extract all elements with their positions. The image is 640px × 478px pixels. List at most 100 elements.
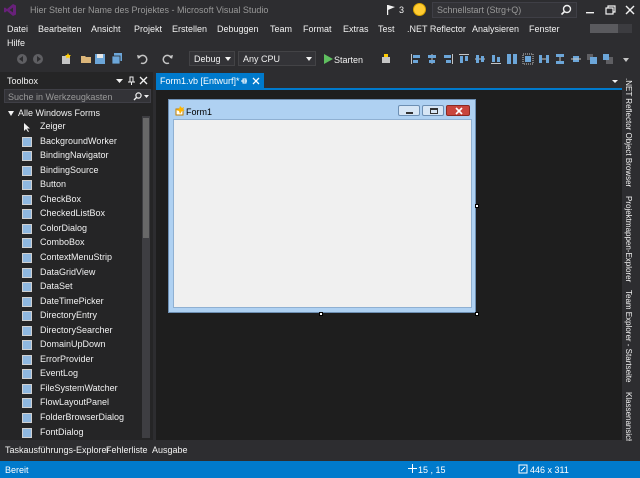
- menu-bearbeiten[interactable]: Bearbeiten: [38, 24, 82, 34]
- save-icon[interactable]: [94, 53, 106, 65]
- toolbox-item[interactable]: Zeiger: [22, 120, 142, 134]
- menu-net-reflector[interactable]: .NET Reflector: [407, 24, 466, 34]
- toolbox-item[interactable]: DomainUpDown: [22, 338, 142, 352]
- toolbox-item[interactable]: BindingSource: [22, 164, 142, 178]
- search-icon[interactable]: [133, 92, 142, 101]
- form-client-area[interactable]: [173, 119, 472, 308]
- chevron-down-icon[interactable]: [611, 77, 619, 85]
- bring-to-front-icon[interactable]: [586, 53, 598, 65]
- minimize-button[interactable]: [582, 2, 598, 18]
- align-right-icon[interactable]: [442, 53, 454, 65]
- search-icon[interactable]: [560, 4, 572, 16]
- menu-team[interactable]: Team: [270, 24, 292, 34]
- start-button[interactable]: Starten: [334, 55, 363, 65]
- user-avatar[interactable]: [618, 24, 632, 33]
- align-middle-icon[interactable]: [474, 53, 486, 65]
- toolbox-item[interactable]: FileSystemWatcher: [22, 382, 142, 396]
- align-top-icon[interactable]: [458, 53, 470, 65]
- same-size-icon[interactable]: [506, 53, 518, 65]
- toolbox-item[interactable]: DataSet: [22, 280, 142, 294]
- toolbox-item-label: BindingNavigator: [40, 150, 109, 160]
- close-icon[interactable]: [139, 76, 148, 85]
- toolbar-overflow-icon[interactable]: [620, 53, 632, 65]
- toolbox-category[interactable]: Alle Windows Forms: [8, 108, 100, 118]
- quick-launch-input[interactable]: Schnellstart (Strg+Q): [432, 2, 577, 18]
- status-text: Bereit: [5, 465, 29, 475]
- tab-team-explorer[interactable]: Team Explorer - Startseite: [624, 290, 633, 382]
- toolbox-item[interactable]: DirectoryEntry: [22, 309, 142, 323]
- toolbox-search-input[interactable]: Suche in Werkzeugkasten: [4, 89, 151, 103]
- toolbox-item-label: CheckBox: [40, 194, 82, 204]
- align-left-icon[interactable]: [410, 53, 422, 65]
- menu-hilfe[interactable]: Hilfe: [7, 38, 25, 48]
- menu-analysieren[interactable]: Analysieren: [472, 24, 519, 34]
- resize-handle-bottom[interactable]: [319, 312, 323, 316]
- menu-extras[interactable]: Extras: [343, 24, 369, 34]
- flag-icon[interactable]: [385, 4, 397, 16]
- undo-icon[interactable]: [136, 53, 148, 65]
- start-debugging-icon[interactable]: [322, 53, 334, 65]
- toolbox-item[interactable]: ErrorProvider: [22, 353, 142, 367]
- resize-handle-right[interactable]: [475, 204, 479, 208]
- toolbox-item[interactable]: ContextMenuStrip: [22, 251, 142, 265]
- open-file-icon[interactable]: [80, 53, 92, 65]
- menu-debuggen[interactable]: Debuggen: [217, 24, 259, 34]
- navigate-back-icon[interactable]: [16, 53, 28, 65]
- panel-options-icon[interactable]: [115, 76, 124, 85]
- horizontal-spacing-icon[interactable]: [538, 53, 550, 65]
- solution-configuration-select[interactable]: Debug: [189, 51, 235, 66]
- toolbox-item[interactable]: ComboBox: [22, 236, 142, 250]
- menu-format[interactable]: Format: [303, 24, 332, 34]
- configuration-value: Debug: [194, 54, 221, 64]
- toolbox-item[interactable]: FlowLayoutPanel: [22, 396, 142, 410]
- toolbox-item[interactable]: EventLog: [22, 367, 142, 381]
- menu-datei[interactable]: Datei: [7, 24, 28, 34]
- tab-output[interactable]: Ausgabe: [152, 445, 188, 455]
- resize-handle-corner[interactable]: [475, 312, 479, 316]
- toolbox-item[interactable]: CheckedListBox: [22, 207, 142, 221]
- solution-platform-select[interactable]: Any CPU: [238, 51, 316, 66]
- folderbrowser-icon: [22, 413, 32, 423]
- menu-fenster[interactable]: Fenster: [529, 24, 560, 34]
- close-icon[interactable]: [252, 77, 260, 85]
- save-all-icon[interactable]: [111, 53, 123, 65]
- pin-icon[interactable]: [240, 77, 248, 85]
- size-to-grid-icon[interactable]: [522, 53, 534, 65]
- pin-icon[interactable]: [127, 76, 136, 85]
- chevron-down-icon[interactable]: [143, 93, 150, 100]
- send-to-back-icon[interactable]: [602, 53, 614, 65]
- menu-ansicht[interactable]: Ansicht: [91, 24, 121, 34]
- tab-error-list[interactable]: Fehlerliste: [106, 445, 148, 455]
- toolbox-item-label: Zeiger: [40, 121, 66, 131]
- center-horizontally-icon[interactable]: [570, 53, 582, 65]
- toolbox-item[interactable]: CheckBox: [22, 193, 142, 207]
- tab-task-runner-explorer[interactable]: Taskausführungs-Explorer: [5, 445, 110, 455]
- toolbox-item[interactable]: DataGridView: [22, 266, 142, 280]
- vertical-spacing-icon[interactable]: [554, 53, 566, 65]
- restore-button[interactable]: [602, 2, 618, 18]
- redo-icon[interactable]: [162, 53, 174, 65]
- tab-reflector-object-browser[interactable]: .NET Reflector Object Browser: [624, 78, 633, 187]
- toolbox-item[interactable]: DirectorySearcher: [22, 324, 142, 338]
- new-project-icon[interactable]: [60, 53, 72, 65]
- toolbox-item[interactable]: ColorDialog: [22, 222, 142, 236]
- toolbox-scrollbar-thumb[interactable]: [143, 118, 149, 238]
- menu-erstellen[interactable]: Erstellen: [172, 24, 207, 34]
- align-bottom-icon[interactable]: [490, 53, 502, 65]
- navigate-forward-icon[interactable]: [32, 53, 44, 65]
- close-button[interactable]: [622, 2, 638, 18]
- toolbox-item[interactable]: FontDialog: [22, 426, 142, 440]
- menu-projekt[interactable]: Projekt: [134, 24, 162, 34]
- menu-test[interactable]: Test: [378, 24, 395, 34]
- toolbox-item[interactable]: DateTimePicker: [22, 295, 142, 309]
- toolbox-item[interactable]: FolderBrowserDialog: [22, 411, 142, 425]
- tab-class-view[interactable]: Klassenansicht: [624, 392, 633, 446]
- feedback-smiley-icon[interactable]: [413, 3, 426, 16]
- toolbox-item-label: FolderBrowserDialog: [40, 412, 125, 422]
- attach-icon[interactable]: [380, 53, 392, 65]
- tab-solution-explorer[interactable]: Projektmappen-Explorer: [624, 196, 633, 282]
- align-center-icon[interactable]: [426, 53, 438, 65]
- toolbox-item[interactable]: BackgroundWorker: [22, 135, 142, 149]
- toolbox-item[interactable]: BindingNavigator: [22, 149, 142, 163]
- toolbox-item[interactable]: Button: [22, 178, 142, 192]
